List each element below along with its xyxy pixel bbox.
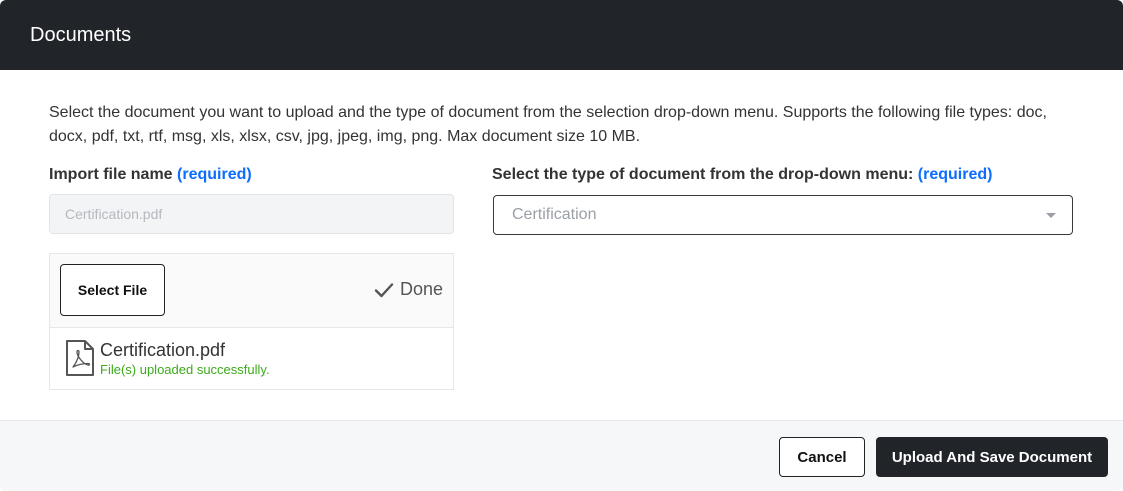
caret-down-icon [1046, 213, 1056, 218]
document-type-select[interactable]: Certification [493, 195, 1073, 235]
documents-modal: Documents Select the document you want t… [0, 0, 1123, 491]
document-type-label-text: Select the type of document from the dro… [492, 166, 914, 183]
import-file-name-input[interactable] [49, 194, 454, 234]
import-file-name-label-text: Import file name [49, 166, 173, 183]
upload-status-text: Done [399, 279, 443, 299]
modal-header: Documents [0, 0, 1123, 70]
upload-status: Done [374, 279, 443, 300]
modal-footer: Cancel Upload And Save Document [0, 420, 1123, 491]
cancel-button[interactable]: Cancel [779, 437, 865, 477]
upload-toolbar: Select File Done [50, 254, 453, 328]
required-marker: (required) [177, 166, 252, 183]
check-icon [374, 282, 394, 297]
modal-title: Documents [30, 24, 132, 46]
uploaded-file-item: Certification.pdf File(s) uploaded succe… [50, 328, 453, 389]
import-file-name-label: Import file name (required) [49, 165, 252, 185]
file-upload-widget: Select File Done Certification.pdf File(… [49, 253, 454, 390]
document-type-selected-value: Certification [512, 206, 597, 223]
upload-instructions: Select the document you want to upload a… [49, 104, 1047, 145]
uploaded-file-name: Certification.pdf [100, 340, 226, 360]
select-file-button[interactable]: Select File [60, 264, 165, 316]
pdf-file-icon [66, 340, 94, 376]
required-marker: (required) [917, 166, 993, 183]
upload-and-save-button[interactable]: Upload And Save Document [876, 437, 1108, 477]
uploaded-file-status: File(s) uploaded successfully. [100, 362, 270, 377]
document-type-label: Select the type of document from the dro… [492, 165, 992, 185]
